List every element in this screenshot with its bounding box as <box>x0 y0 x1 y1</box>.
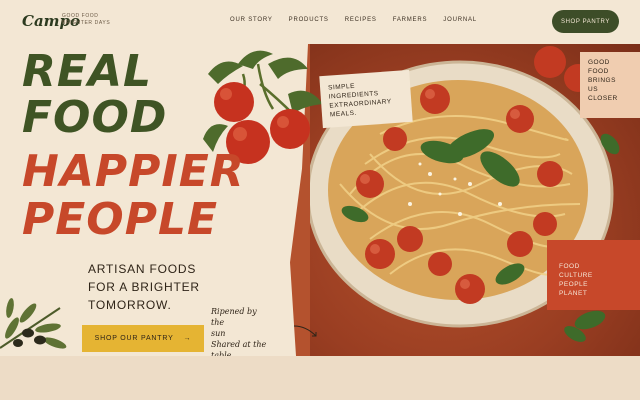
headline-food: FOOD <box>22 92 168 143</box>
cta-label: SHOP OUR PANTRY <box>94 335 174 342</box>
ingredients-note: SIMPLE INGREDIENTS EXTRAORDINARY MEALS. <box>319 69 413 129</box>
subtitle-line: FOR A BRIGHTER <box>88 280 200 294</box>
subtitle-line: TOMORROW. <box>88 298 172 312</box>
headline-happier: HAPPIER <box>22 146 245 197</box>
main-nav: OUR STORY PRODUCTS RECIPES FARMERS JOURN… <box>230 17 477 23</box>
nav-item-farmers[interactable]: FARMERS <box>393 17 428 23</box>
closer-note: GOOD FOOD BRINGS US CLOSER <box>580 52 640 118</box>
note-line: BRINGS <box>588 77 616 84</box>
curved-arrow-icon <box>293 325 317 337</box>
handwritten-line: sun <box>211 329 226 338</box>
tagline-line: GOOD FOOD <box>62 13 99 19</box>
nav-item-our-story[interactable]: OUR STORY <box>230 17 273 23</box>
values-note: FOOD CULTURE PEOPLE PLANET <box>547 240 640 310</box>
shop-pantry-button[interactable]: SHOP PANTRY <box>552 10 619 33</box>
arrow-right-icon: → <box>183 335 192 342</box>
shop-our-pantry-button[interactable]: SHOP OUR PANTRY → <box>82 325 204 352</box>
note-line: FOOD <box>559 263 580 270</box>
bottom-band <box>0 356 640 400</box>
handwritten-note: Ripened by the sun Shared at the table <box>211 306 271 361</box>
note-line: CLOSER <box>588 95 618 102</box>
hero-subtitle: ARTISAN FOODS FOR A BRIGHTER TOMORROW. <box>88 260 200 314</box>
nav-item-journal[interactable]: JOURNAL <box>443 17 477 23</box>
tagline-line: BRIGHTER DAYS <box>62 20 111 26</box>
note-line: GOOD <box>588 59 610 66</box>
nav-item-products[interactable]: PRODUCTS <box>289 17 329 23</box>
headline-real: REAL <box>22 46 153 97</box>
note-line: PEOPLE <box>559 281 589 288</box>
note-line: FOOD <box>588 68 609 75</box>
note-line: CULTURE <box>559 272 593 279</box>
subtitle-line: ARTISAN FOODS <box>88 262 197 276</box>
note-line: US <box>588 86 599 93</box>
handwritten-line: Shared at the <box>211 340 267 349</box>
site-header: Campo GOOD FOOD BRIGHTER DAYS OUR STORY … <box>0 0 640 44</box>
nav-item-recipes[interactable]: RECIPES <box>345 17 377 23</box>
handwritten-line: Ripened by the <box>211 307 257 327</box>
headline-people: PEOPLE <box>22 194 219 245</box>
olive-branch-icon <box>0 298 67 349</box>
brand-tagline: GOOD FOOD BRIGHTER DAYS <box>62 13 110 27</box>
note-line: PLANET <box>559 290 588 297</box>
